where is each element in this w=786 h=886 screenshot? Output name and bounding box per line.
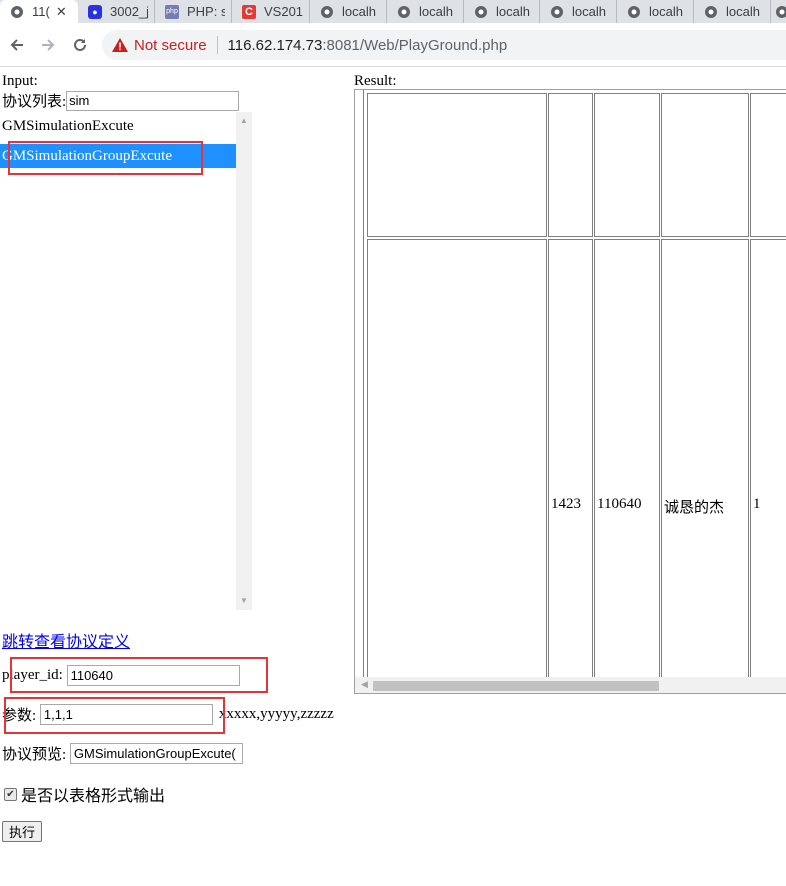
tab-label: VS201 — [264, 4, 303, 19]
globe-icon — [10, 5, 24, 19]
execute-button[interactable]: 执行 — [2, 821, 43, 842]
address-bar: Not secure 116.62.174.73:8081/Web/PlayGr… — [0, 23, 786, 67]
globe-icon — [474, 5, 488, 19]
scroll-down-icon[interactable]: ▼ — [240, 596, 248, 605]
tab-label: localh — [572, 4, 606, 19]
result-cell — [750, 93, 786, 237]
tab-localhost[interactable]: localh — [310, 0, 387, 23]
protocol-option[interactable]: GMSimulationExcute — [0, 114, 236, 138]
table-output-checkbox[interactable]: ✔ — [4, 787, 17, 801]
result-cell — [661, 93, 749, 237]
protocol-listbox[interactable]: GMSimulationExcute GMSimulationGroupExcu… — [0, 112, 252, 610]
highlight-box — [8, 141, 203, 175]
tab-label: localh — [726, 4, 760, 19]
input-heading: Input: — [2, 73, 38, 89]
tab-active[interactable]: 11( ✕ — [0, 0, 78, 23]
scrollbar-thumb[interactable] — [373, 681, 659, 691]
protocol-filter-row: 协议列表: — [2, 90, 240, 111]
table-output-label: 是否以表格形式输出 — [21, 788, 166, 805]
result-hscrollbar[interactable]: ◀ — [355, 677, 786, 693]
highlight-box — [10, 657, 268, 693]
tab-localhost[interactable]: localh — [387, 0, 464, 23]
frame-border — [363, 90, 364, 677]
page-content: Input: Result: 协议列表: GMSimulationExcute … — [0, 67, 786, 886]
highlight-box — [4, 697, 225, 734]
scroll-left-icon[interactable]: ◀ — [361, 679, 368, 690]
result-frame[interactable]: 1423 110640 诚恳的杰 1 ◀ — [354, 89, 786, 694]
result-cell — [661, 239, 749, 693]
result-cell — [548, 93, 593, 237]
tab-overflow[interactable] — [771, 0, 786, 23]
tab-label: localh — [342, 4, 376, 19]
tab-label: 3002_j — [110, 4, 148, 19]
globe-icon — [775, 5, 786, 19]
security-warning[interactable]: Not secure — [112, 37, 207, 54]
warning-icon — [112, 38, 128, 52]
url-field[interactable]: Not secure 116.62.174.73:8081/Web/PlayGr… — [102, 30, 786, 60]
tab-localhost[interactable]: localh — [694, 0, 771, 23]
tab-vs[interactable]: C VS201 — [232, 0, 310, 23]
security-label: Not secure — [134, 36, 207, 54]
tab-label: localh — [649, 4, 683, 19]
result-value: 1423 — [551, 496, 581, 512]
tab-label: 11( — [32, 4, 50, 19]
tab-strip: 11( ✕ ● 3002_j php PHP: s C VS201 localh… — [0, 0, 786, 23]
protocol-definition-link[interactable]: 跳转查看协议定义 — [2, 628, 130, 652]
result-heading: Result: — [354, 73, 397, 89]
baidu-paw-icon: ● — [88, 4, 102, 19]
listbox-scrollbar[interactable]: ▲ ▼ — [236, 112, 252, 610]
url-path: :8081/Web/PlayGround.php — [322, 36, 508, 54]
result-value: 110640 — [597, 496, 642, 512]
csdn-icon: C — [242, 4, 256, 19]
result-cell — [367, 239, 547, 693]
result-value: 1 — [753, 496, 761, 512]
close-icon[interactable]: ✕ — [56, 4, 67, 20]
back-button[interactable] — [6, 34, 28, 56]
globe-icon — [704, 5, 718, 19]
preview-input[interactable] — [69, 743, 243, 764]
result-value: 诚恳的杰 — [664, 500, 725, 516]
tab-label: PHP: s — [187, 4, 225, 19]
table-output-row: ✔ 是否以表格形式输出 — [4, 782, 165, 806]
globe-icon — [550, 5, 564, 19]
tab-label: localh — [419, 4, 453, 19]
reload-button[interactable] — [69, 34, 91, 56]
tab-localhost[interactable]: localh — [464, 0, 540, 23]
protocol-filter-label: 协议列表: — [2, 94, 67, 110]
globe-icon — [627, 5, 641, 19]
protocol-filter-input[interactable] — [66, 90, 240, 111]
tab-localhost[interactable]: localh — [540, 0, 617, 23]
globe-icon — [320, 5, 334, 19]
url-host: 116.62.174.73 — [227, 36, 323, 54]
result-cell — [594, 239, 660, 693]
result-cell — [548, 239, 593, 693]
result-cell — [367, 93, 547, 237]
divider — [216, 36, 218, 54]
result-cell — [750, 239, 786, 693]
tab-php[interactable]: php PHP: s — [155, 0, 232, 23]
tab-localhost[interactable]: localh — [617, 0, 694, 23]
php-icon: php — [165, 4, 179, 19]
scroll-up-icon[interactable]: ▲ — [240, 116, 248, 125]
preview-label: 协议预览: — [2, 747, 67, 763]
params-hint: xxxxx,yyyyy,zzzzz — [218, 706, 334, 722]
globe-icon — [397, 5, 411, 19]
tab-label: localh — [496, 4, 530, 19]
preview-row: 协议预览: — [2, 743, 243, 764]
result-cell — [594, 93, 660, 237]
tab-3002[interactable]: ● 3002_j — [78, 0, 155, 23]
forward-button[interactable] — [37, 34, 59, 56]
